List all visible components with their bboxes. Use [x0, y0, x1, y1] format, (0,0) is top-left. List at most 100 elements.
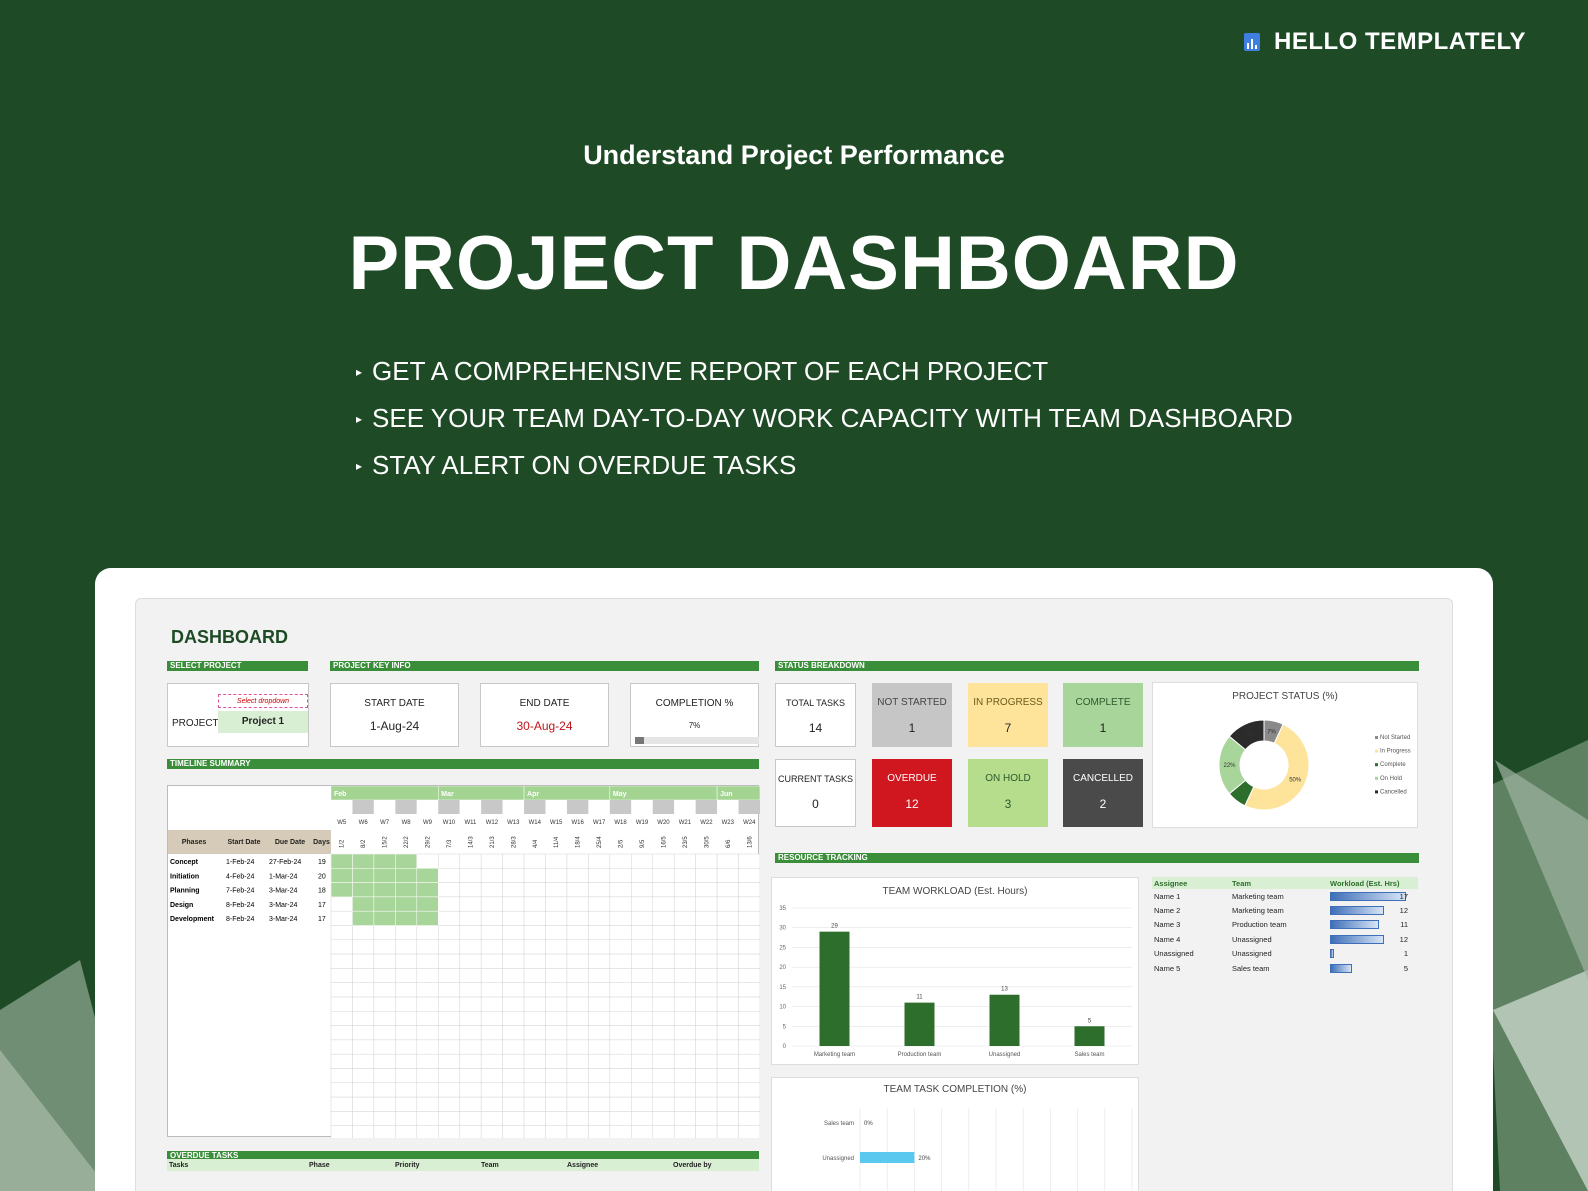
grid-cell	[673, 853, 696, 869]
week-label: W5	[337, 820, 347, 826]
grid-cell	[716, 1053, 739, 1069]
week-label: W8	[402, 820, 412, 826]
grid-cell	[609, 996, 632, 1012]
gantt-bar-cell	[352, 853, 375, 869]
grid-cell	[459, 982, 482, 998]
grid-cell	[459, 1082, 482, 1098]
grid-cell	[373, 1082, 396, 1098]
grid-cell	[352, 939, 375, 955]
completion-bar	[860, 1152, 915, 1163]
grid-cell	[480, 1053, 503, 1069]
week-shade	[695, 800, 718, 814]
completion-svg: Sales team 0% Unassigned 20%	[822, 1108, 1133, 1191]
grid-cell	[673, 1082, 696, 1098]
grid-cell	[459, 896, 482, 912]
grid-cell	[609, 1039, 632, 1055]
grid-cell	[631, 1082, 653, 1098]
team-cell: Marketing team	[1232, 891, 1284, 901]
grid-cell	[566, 1096, 589, 1112]
bar-value-label: 11	[916, 995, 923, 1001]
grid-cell	[652, 996, 675, 1012]
grid-cell	[545, 1111, 568, 1126]
category-label: Unassigned	[822, 1156, 854, 1162]
date-label: 4/4	[533, 839, 539, 848]
week-label: W23	[722, 820, 735, 826]
grid-cell	[695, 1111, 718, 1126]
workload-cell: 5	[1330, 963, 1408, 973]
gantt-bar-cell	[373, 896, 396, 912]
grid-cell	[716, 1096, 739, 1112]
grid-cell	[502, 953, 525, 969]
grid-cell	[416, 925, 439, 941]
grid-cell	[566, 968, 589, 983]
grid-cell	[523, 868, 546, 883]
week-label: W7	[380, 820, 390, 826]
grid-cell	[330, 1011, 353, 1026]
bar-chart-icon	[1243, 33, 1260, 51]
week-shade	[352, 800, 374, 814]
donut-label: 7%	[1245, 732, 1254, 738]
grid-cell	[652, 1039, 675, 1055]
week-label: W22	[700, 820, 713, 826]
grid-cell	[438, 1096, 460, 1112]
grid-cell	[588, 1068, 611, 1084]
grid-cell	[631, 1125, 653, 1138]
date-label: 22/2	[404, 836, 410, 848]
grid-cell	[652, 910, 675, 926]
week-shade	[416, 800, 439, 814]
week-shade	[373, 800, 396, 814]
grid-cell	[480, 1011, 503, 1026]
week-shade	[738, 800, 760, 814]
grid-cell	[480, 982, 503, 998]
grid-cell	[502, 882, 525, 898]
grid-cell	[502, 1068, 525, 1084]
grid-cell	[716, 1125, 739, 1138]
grid-cell	[459, 882, 482, 898]
grid-cell	[545, 939, 568, 955]
grid-cell	[545, 868, 568, 883]
current-tasks-card: CURRENT TASKS 0	[775, 759, 856, 827]
month-label: Jun	[720, 791, 732, 798]
y-tick-label: 10	[779, 1005, 786, 1011]
grid-cell	[438, 1068, 460, 1084]
week-label: W12	[486, 820, 499, 826]
project-dropdown[interactable]: Project 1	[218, 711, 308, 733]
grid-cell	[631, 1011, 653, 1026]
bar-value-label: 13	[1001, 987, 1008, 993]
grid-cell	[566, 1053, 589, 1069]
grid-cell	[588, 868, 611, 883]
grid-cell	[631, 968, 653, 983]
grid-cell	[673, 1039, 696, 1055]
grid-cell	[438, 896, 460, 912]
month-label: Mar	[441, 791, 454, 798]
grid-cell	[695, 910, 718, 926]
phase-start: 8-Feb-24	[226, 916, 255, 923]
week-label: W11	[464, 820, 477, 826]
gantt-bar-cell	[330, 853, 353, 869]
grid-cell	[738, 1053, 760, 1069]
section-key-info: PROJECT KEY INFO	[330, 661, 759, 671]
complete-card: COMPLETE 1	[1063, 683, 1143, 747]
week-shade	[609, 800, 632, 814]
grid-cell	[330, 910, 353, 926]
grid-cell	[652, 1096, 675, 1112]
grid-cell	[480, 953, 503, 969]
grid-cell	[330, 982, 353, 998]
table-row: Name 5 Sales team 5	[1152, 961, 1418, 975]
date-label: 1/2	[340, 839, 346, 848]
grid-cell	[545, 1082, 568, 1098]
grid-cell	[395, 996, 418, 1012]
grid-cell	[566, 910, 589, 926]
workload-databar	[1330, 963, 1353, 973]
week-label: W13	[507, 820, 520, 826]
grid-cell	[652, 896, 675, 912]
grid-cell	[523, 1011, 546, 1026]
grid-cell	[716, 1025, 739, 1041]
gantt-bar-cell	[330, 868, 353, 883]
grid-cell	[588, 982, 611, 998]
timeline-grid: Feb Mar Apr May Jun W5 W6 W7 W8 W9 W10 W11 W12 W13 W14…	[170, 786, 760, 1138]
grid-cell	[631, 1111, 653, 1126]
date-label: 7/3	[447, 839, 453, 848]
grid-cell	[523, 1039, 546, 1055]
grid-cell	[545, 996, 568, 1012]
